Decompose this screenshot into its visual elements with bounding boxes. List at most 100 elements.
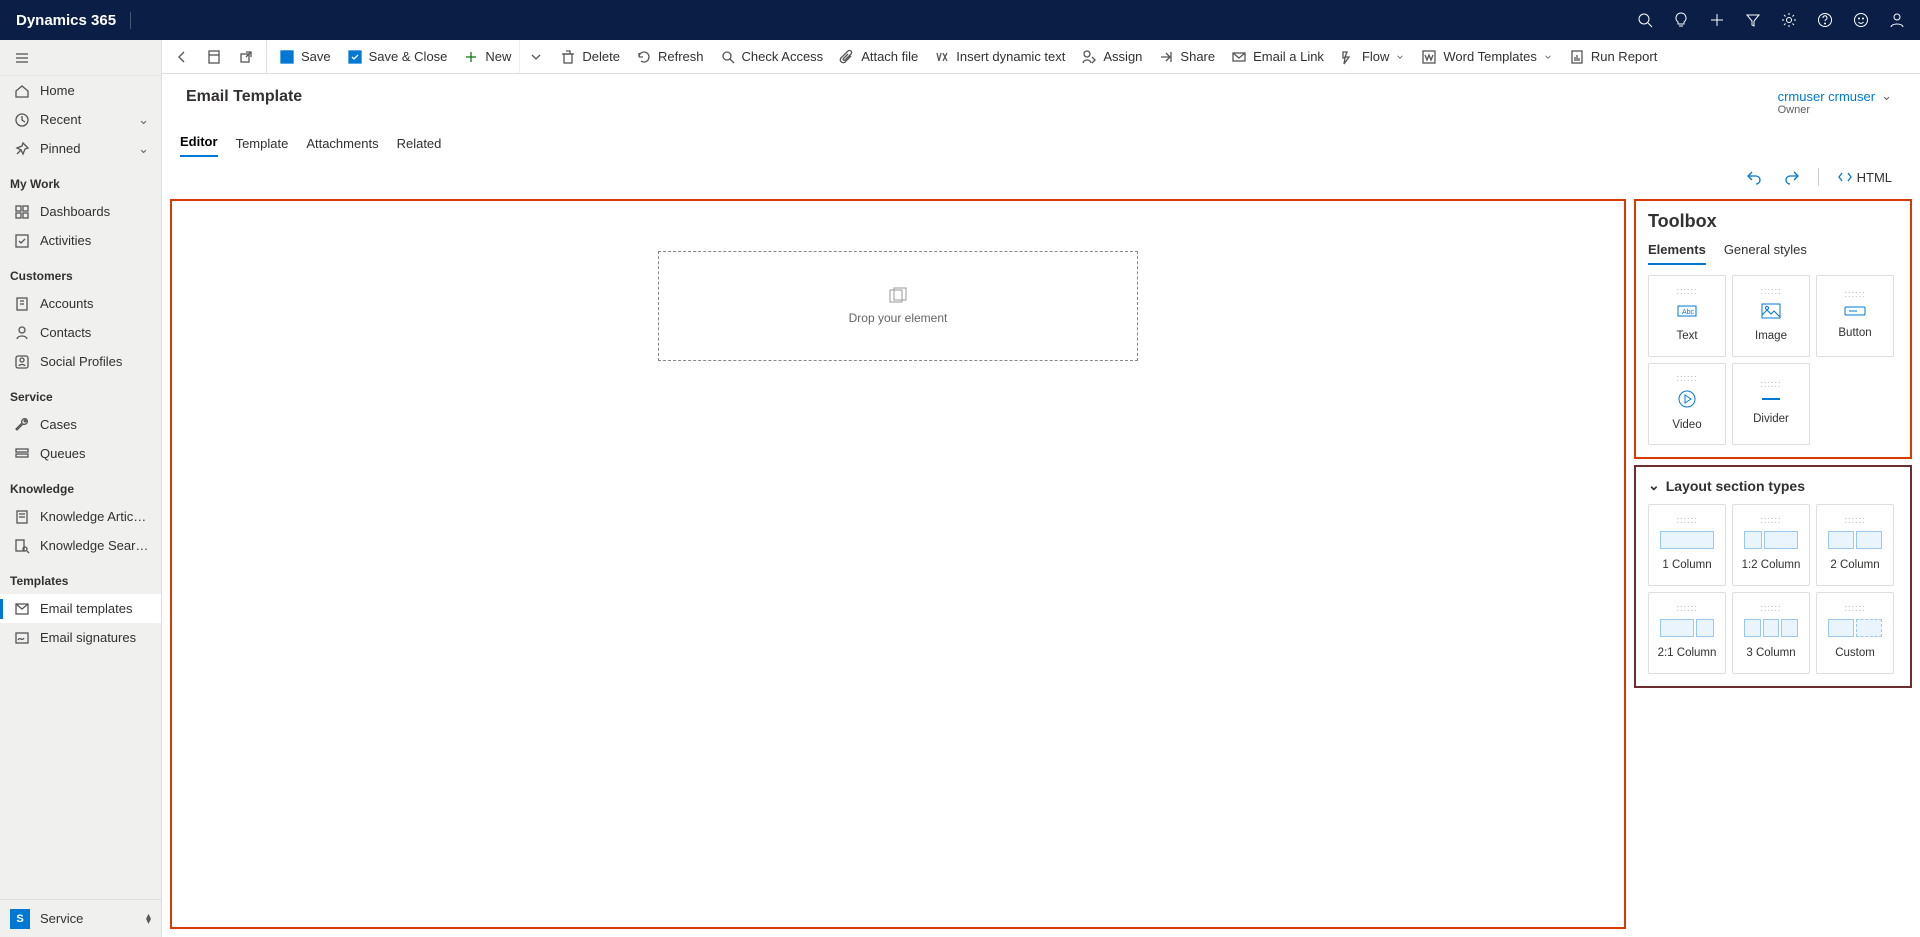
sidebar-item-label: Pinned [40, 141, 128, 156]
sidebar-item-contacts[interactable]: Contacts [0, 318, 161, 347]
sidebar: Home Recent ⌄ Pinned ⌄ My Work Dashboard… [0, 40, 162, 937]
top-bar: Dynamics 365 [0, 0, 1920, 40]
sidebar-item-articles[interactable]: Knowledge Articles [0, 502, 161, 531]
area-switcher[interactable]: S Service ▴▾ [0, 899, 161, 937]
layout-section-header[interactable]: ⌄ Layout section types [1648, 477, 1898, 494]
chevron-down-icon: ⌄ [138, 141, 149, 157]
check-access-button[interactable]: Check Access [712, 40, 832, 73]
undo-button[interactable] [1738, 165, 1770, 189]
sidebar-item-activities[interactable]: Activities [0, 226, 161, 255]
add-icon[interactable] [1700, 0, 1734, 40]
emoji-icon[interactable] [1844, 0, 1878, 40]
sidebar-item-label: Knowledge Search [40, 538, 149, 553]
share-button[interactable]: Share [1150, 40, 1223, 73]
element-text[interactable]: ::::::AbcText [1648, 275, 1726, 357]
new-button[interactable]: New [455, 40, 519, 73]
new-dropdown[interactable] [519, 40, 552, 73]
layout-21col[interactable]: ::::::2:1 Column [1648, 592, 1726, 674]
tab-attachments[interactable]: Attachments [306, 130, 378, 157]
dropzone[interactable]: Drop your element [658, 251, 1138, 361]
template-icon [14, 601, 30, 617]
layout-2col[interactable]: ::::::2 Column [1816, 504, 1894, 586]
help-icon[interactable] [1808, 0, 1842, 40]
hamburger-button[interactable] [0, 40, 161, 76]
flow-button[interactable]: Flow [1332, 40, 1413, 73]
svg-text:Abc: Abc [1682, 309, 1695, 316]
sidebar-item-label: Accounts [40, 296, 149, 311]
element-button[interactable]: ::::::Button [1816, 275, 1894, 357]
book-icon [14, 509, 30, 525]
popout-button[interactable] [230, 40, 262, 73]
gear-icon[interactable] [1772, 0, 1806, 40]
sidebar-item-signatures[interactable]: Email signatures [0, 623, 161, 652]
sidebar-item-social[interactable]: Social Profiles [0, 347, 161, 376]
sidebar-nav: Home Recent ⌄ Pinned ⌄ My Work Dashboard… [0, 76, 161, 899]
run-report-button[interactable]: Run Report [1561, 40, 1665, 73]
sidebar-item-queues[interactable]: Queues [0, 439, 161, 468]
cmd-label: Word Templates [1443, 49, 1536, 64]
refresh-button[interactable]: Refresh [628, 40, 712, 73]
wrench-icon [14, 417, 30, 433]
layout-custom[interactable]: ::::::Custom [1816, 592, 1894, 674]
sidebar-item-email-templates[interactable]: Email templates [0, 594, 161, 623]
cmd-label: New [485, 49, 511, 64]
dashboard-icon [14, 204, 30, 220]
attach-button[interactable]: Attach file [831, 40, 926, 73]
sidebar-item-cases[interactable]: Cases [0, 410, 161, 439]
sidebar-item-label: Queues [40, 446, 149, 461]
sidebar-item-label: Knowledge Articles [40, 509, 149, 524]
editor-toolbar: HTML [162, 157, 1920, 195]
tab-template[interactable]: Template [236, 130, 289, 157]
back-button[interactable] [166, 40, 198, 73]
sidebar-item-label: Email signatures [40, 630, 149, 645]
tooltab-styles[interactable]: General styles [1724, 242, 1807, 265]
tab-related[interactable]: Related [397, 130, 442, 157]
cmd-label: Assign [1103, 49, 1142, 64]
element-divider[interactable]: ::::::Divider [1732, 363, 1810, 445]
sidebar-section: Customers [0, 255, 161, 289]
tile-label: Text [1676, 330, 1697, 342]
tile-label: 3 Column [1746, 647, 1795, 659]
dynamic-text-button[interactable]: Insert dynamic text [926, 40, 1073, 73]
user-icon[interactable] [1880, 0, 1914, 40]
sidebar-item-dashboards[interactable]: Dashboards [0, 197, 161, 226]
cmd-label: Run Report [1591, 49, 1657, 64]
word-templates-button[interactable]: Word Templates [1413, 40, 1560, 73]
sidebar-item-label: Dashboards [40, 204, 149, 219]
sidebar-item-recent[interactable]: Recent ⌄ [0, 105, 161, 134]
layout-12col[interactable]: ::::::1:2 Column [1732, 504, 1810, 586]
redo-button[interactable] [1776, 165, 1808, 189]
record-header: Email Template crmuser crmuser⌄ Owner [162, 74, 1920, 116]
assign-button[interactable]: Assign [1073, 40, 1150, 73]
element-video[interactable]: ::::::Video [1648, 363, 1726, 445]
layout-1col[interactable]: ::::::1 Column [1648, 504, 1726, 586]
tooltab-elements[interactable]: Elements [1648, 242, 1706, 265]
owner-value: crmuser crmuser [1778, 89, 1876, 104]
save-close-button[interactable]: Save & Close [339, 40, 456, 73]
layout-3col[interactable]: ::::::3 Column [1732, 592, 1810, 674]
canvas[interactable]: Drop your element [170, 199, 1626, 929]
filter-icon[interactable] [1736, 0, 1770, 40]
sidebar-item-search[interactable]: Knowledge Search [0, 531, 161, 560]
save-button[interactable]: Save [271, 40, 339, 73]
element-image[interactable]: ::::::Image [1732, 275, 1810, 357]
booksearch-icon [14, 538, 30, 554]
email-link-button[interactable]: Email a Link [1223, 40, 1332, 73]
tab-editor[interactable]: Editor [180, 128, 218, 157]
area-badge: S [10, 909, 30, 929]
record-tabs: Editor Template Attachments Related [162, 128, 1920, 157]
panel-button[interactable] [198, 40, 230, 73]
sidebar-item-accounts[interactable]: Accounts [0, 289, 161, 318]
search-icon[interactable] [1628, 0, 1662, 40]
sidebar-item-home[interactable]: Home [0, 76, 161, 105]
tile-label: Video [1672, 419, 1701, 431]
html-toggle[interactable]: HTML [1829, 165, 1900, 189]
sidebar-item-pinned[interactable]: Pinned ⌄ [0, 134, 161, 163]
record-title: Email Template [186, 88, 302, 106]
idea-icon[interactable] [1664, 0, 1698, 40]
tile-label: 1:2 Column [1742, 559, 1801, 571]
owner-field[interactable]: crmuser crmuser⌄ Owner [1778, 88, 1896, 116]
check-icon [14, 233, 30, 249]
sidebar-item-label: Home [40, 83, 149, 98]
delete-button[interactable]: Delete [552, 40, 628, 73]
